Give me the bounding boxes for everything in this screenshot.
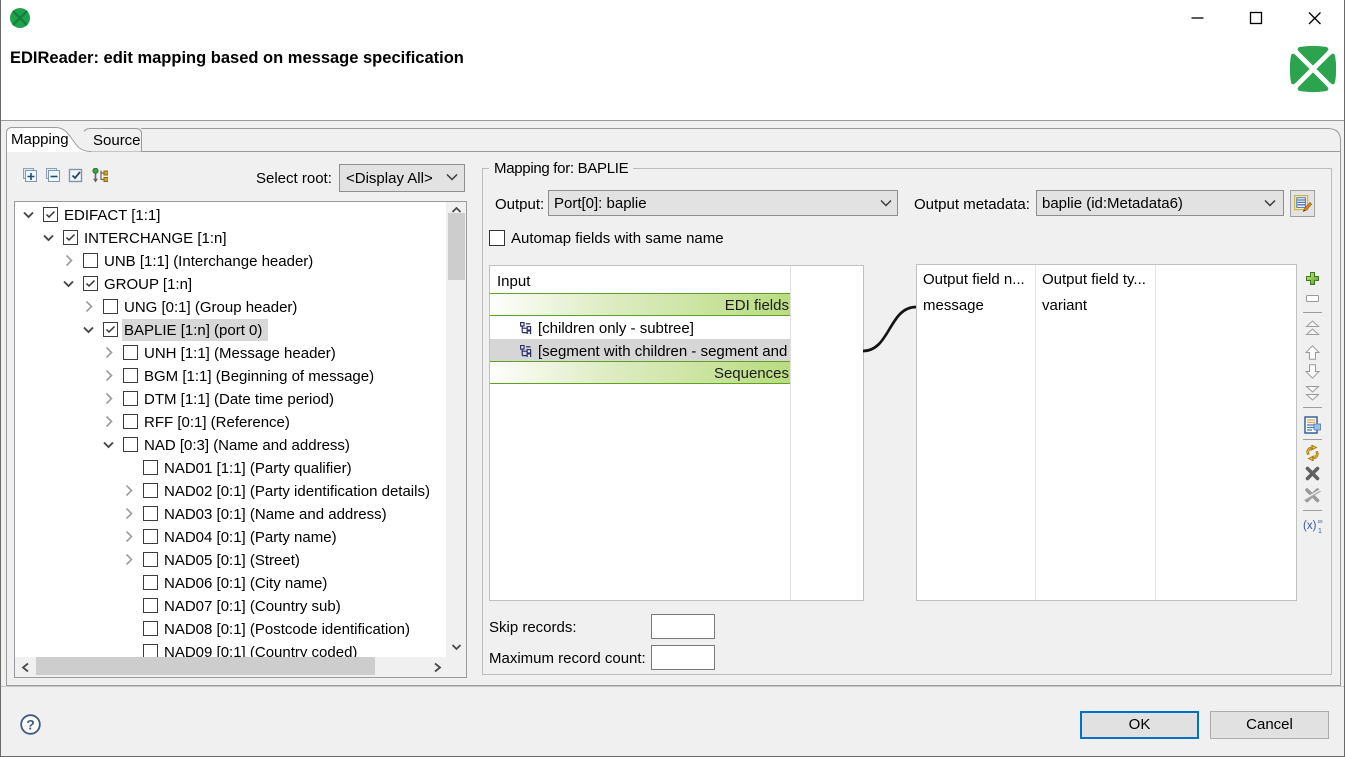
svg-text:(x): (x) bbox=[1303, 520, 1317, 532]
svg-text:∞: ∞ bbox=[1318, 519, 1323, 526]
svg-text:?: ? bbox=[26, 716, 35, 732]
svg-text:1: 1 bbox=[1318, 528, 1322, 534]
